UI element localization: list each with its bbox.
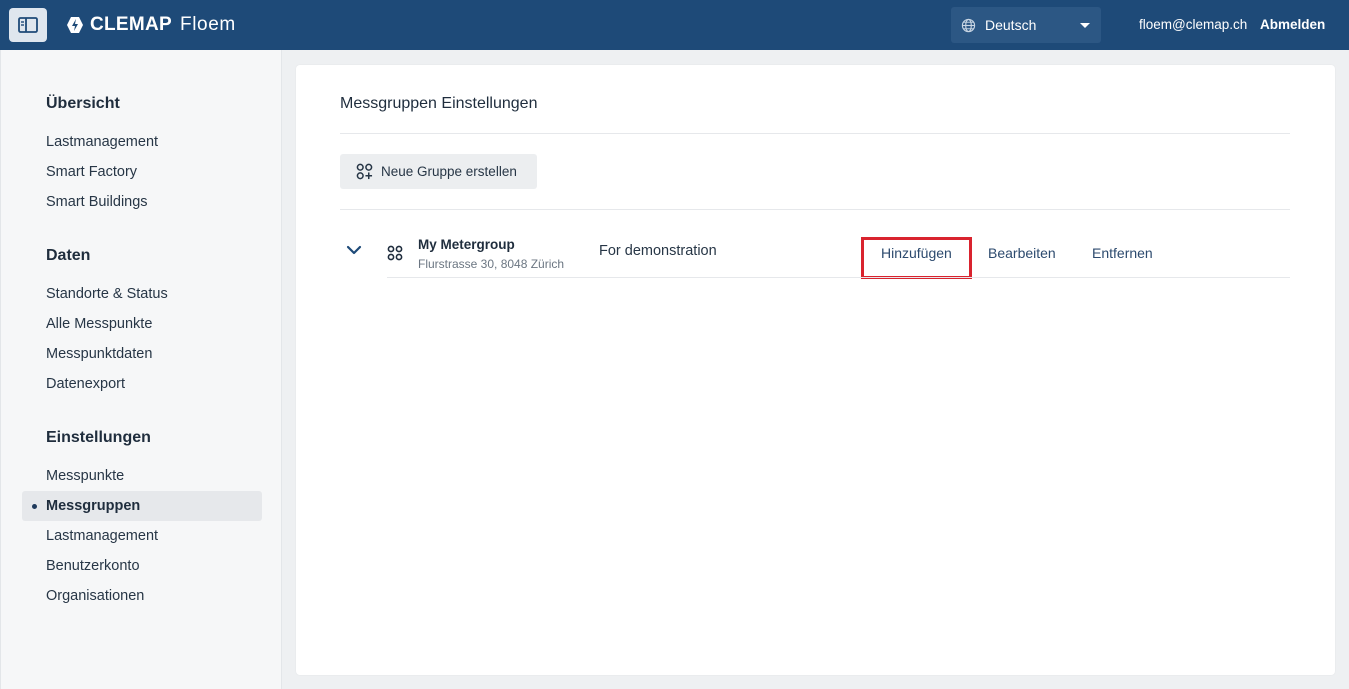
sidebar-item-smart-buildings[interactable]: Smart Buildings (22, 187, 262, 217)
toolbar-divider (340, 209, 1290, 210)
sidebar-panel-icon (18, 17, 38, 33)
active-indicator-dot (32, 504, 37, 509)
sidebar-item-benutzerkonto[interactable]: Benutzerkonto (22, 551, 262, 581)
sidebar-item-standorte-status[interactable]: Standorte & Status (22, 279, 262, 309)
row-divider (387, 277, 1290, 278)
language-value: Deutsch (985, 17, 1037, 33)
sidebar-item-messgruppen[interactable]: Messgruppen (22, 491, 262, 521)
group-row: My Metergroup Flurstrasse 30, 8048 Züric… (340, 225, 1290, 279)
sidebar-item-alle-messpunkte[interactable]: Alle Messpunkte (22, 309, 262, 339)
language-select[interactable]: Deutsch (951, 7, 1101, 43)
sidebar-item-messpunktdaten[interactable]: Messpunktdaten (22, 339, 262, 369)
user-email: floem@clemap.ch (1139, 17, 1248, 32)
sidebar-item-organisationen[interactable]: Organisationen (22, 581, 262, 611)
lightning-logo-icon (66, 16, 84, 34)
add-button[interactable]: Hinzufügen (881, 245, 952, 261)
new-group-button[interactable]: Neue Gruppe erstellen (340, 154, 537, 189)
sidebar-item-label: Messgruppen (46, 498, 141, 514)
sidebar-item-smart-factory[interactable]: Smart Factory (22, 157, 262, 187)
sidebar-item-lastmanagement-overview[interactable]: Lastmanagement (22, 127, 262, 157)
app-logo[interactable]: CLEMAP Floem (66, 13, 236, 37)
brand-name: CLEMAP (90, 14, 173, 35)
sidebar-toggle-button[interactable] (9, 8, 47, 42)
logout-button[interactable]: Abmelden (1260, 17, 1325, 32)
top-bar: CLEMAP Floem Deutsch floem@clemap.ch Abm… (0, 0, 1349, 50)
product-name: Floem (180, 14, 236, 35)
expand-chevron-icon[interactable] (346, 245, 364, 257)
metergroup-icon (387, 245, 403, 261)
sidebar: Übersicht Lastmanagement Smart Factory S… (0, 50, 282, 689)
sidebar-item-messpunkte[interactable]: Messpunkte (22, 461, 262, 491)
new-group-label: Neue Gruppe erstellen (381, 164, 517, 179)
group-address: Flurstrasse 30, 8048 Zürich (418, 257, 565, 271)
remove-button[interactable]: Entfernen (1092, 245, 1153, 261)
sidebar-item-lastmanagement-settings[interactable]: Lastmanagement (22, 521, 262, 551)
page-title: Messgruppen Einstellungen (340, 95, 538, 112)
edit-button[interactable]: Bearbeiten (988, 245, 1056, 261)
caret-down-icon (1080, 23, 1090, 28)
add-group-icon (356, 163, 373, 180)
sidebar-section-uebersicht: Übersicht (46, 95, 120, 112)
sidebar-section-einstellungen: Einstellungen (46, 429, 151, 446)
sidebar-section-daten: Daten (46, 247, 91, 264)
sidebar-item-datenexport[interactable]: Datenexport (22, 369, 262, 399)
group-name: My Metergroup (418, 237, 515, 252)
main-card: Messgruppen Einstellungen Neue Gruppe er… (296, 65, 1335, 675)
group-description: For demonstration (599, 243, 717, 259)
title-divider (340, 133, 1290, 134)
globe-icon (961, 18, 976, 33)
